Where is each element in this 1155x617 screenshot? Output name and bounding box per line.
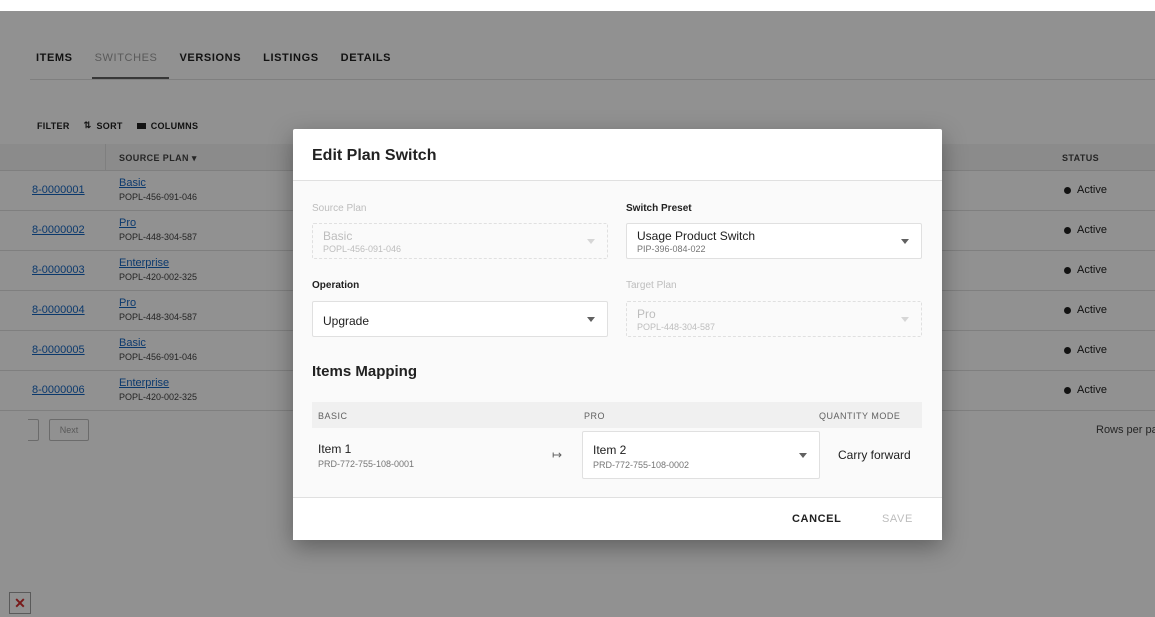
maps-to-arrow-icon: ↦ xyxy=(552,448,563,462)
switch-preset-value: Usage Product Switch xyxy=(637,229,756,243)
operation-label: Operation xyxy=(312,280,360,291)
target-plan-id: POPL-448-304-587 xyxy=(637,322,716,332)
switch-preset-id: PIP-396-084-022 xyxy=(637,244,706,254)
target-plan-select: Pro POPL-448-304-587 xyxy=(626,301,922,337)
mapping-table-header: BASIC PRO QUANTITY MODE xyxy=(312,402,922,428)
target-item-name: Item 2 xyxy=(593,443,627,457)
save-button[interactable]: SAVE xyxy=(882,513,913,525)
target-item-select[interactable]: Item 2 PRD-772-755-108-0002 xyxy=(582,431,820,479)
page: ITEMS SWITCHES VERSIONS LISTINGS DETAILS… xyxy=(0,0,1155,617)
mapping-header-quantity-mode: QUANTITY MODE xyxy=(819,411,901,421)
dialog-body: Source Plan Basic POPL-456-091-046 Switc… xyxy=(293,181,942,497)
dialog-header: Edit Plan Switch xyxy=(293,129,942,181)
chevron-down-icon xyxy=(901,239,909,244)
source-plan-id: POPL-456-091-046 xyxy=(323,244,402,254)
chevron-down-icon xyxy=(587,317,595,322)
target-plan-label: Target Plan xyxy=(626,280,677,291)
mapping-header-target: PRO xyxy=(584,411,606,421)
chevron-down-icon xyxy=(799,453,807,458)
items-mapping-title: Items Mapping xyxy=(312,363,418,380)
cancel-button[interactable]: CANCEL xyxy=(792,513,841,525)
source-plan-label: Source Plan xyxy=(312,203,367,214)
dialog-footer: CANCEL SAVE xyxy=(293,497,942,540)
edit-plan-switch-dialog: Edit Plan Switch Source Plan Basic POPL-… xyxy=(293,129,942,540)
mapping-header-source: BASIC xyxy=(318,411,348,421)
operation-value: Upgrade xyxy=(323,314,370,328)
operation-select[interactable]: Upgrade xyxy=(312,301,608,337)
target-plan-value: Pro xyxy=(637,307,656,321)
source-plan-select: Basic POPL-456-091-046 xyxy=(312,223,608,259)
source-item-name: Item 1 xyxy=(318,442,352,456)
source-item-id: PRD-772-755-108-0001 xyxy=(318,459,415,469)
mapping-row: Item 1 PRD-772-755-108-0001 ↦ Item 2 PRD… xyxy=(312,429,922,481)
target-item-id: PRD-772-755-108-0002 xyxy=(593,460,690,470)
dialog-title: Edit Plan Switch xyxy=(312,147,437,164)
chevron-down-icon xyxy=(587,239,595,244)
switch-preset-select[interactable]: Usage Product Switch PIP-396-084-022 xyxy=(626,223,922,259)
switch-preset-label: Switch Preset xyxy=(626,203,692,214)
quantity-mode-value: Carry forward xyxy=(838,448,911,462)
chevron-down-icon xyxy=(901,317,909,322)
source-plan-value: Basic xyxy=(323,229,353,243)
